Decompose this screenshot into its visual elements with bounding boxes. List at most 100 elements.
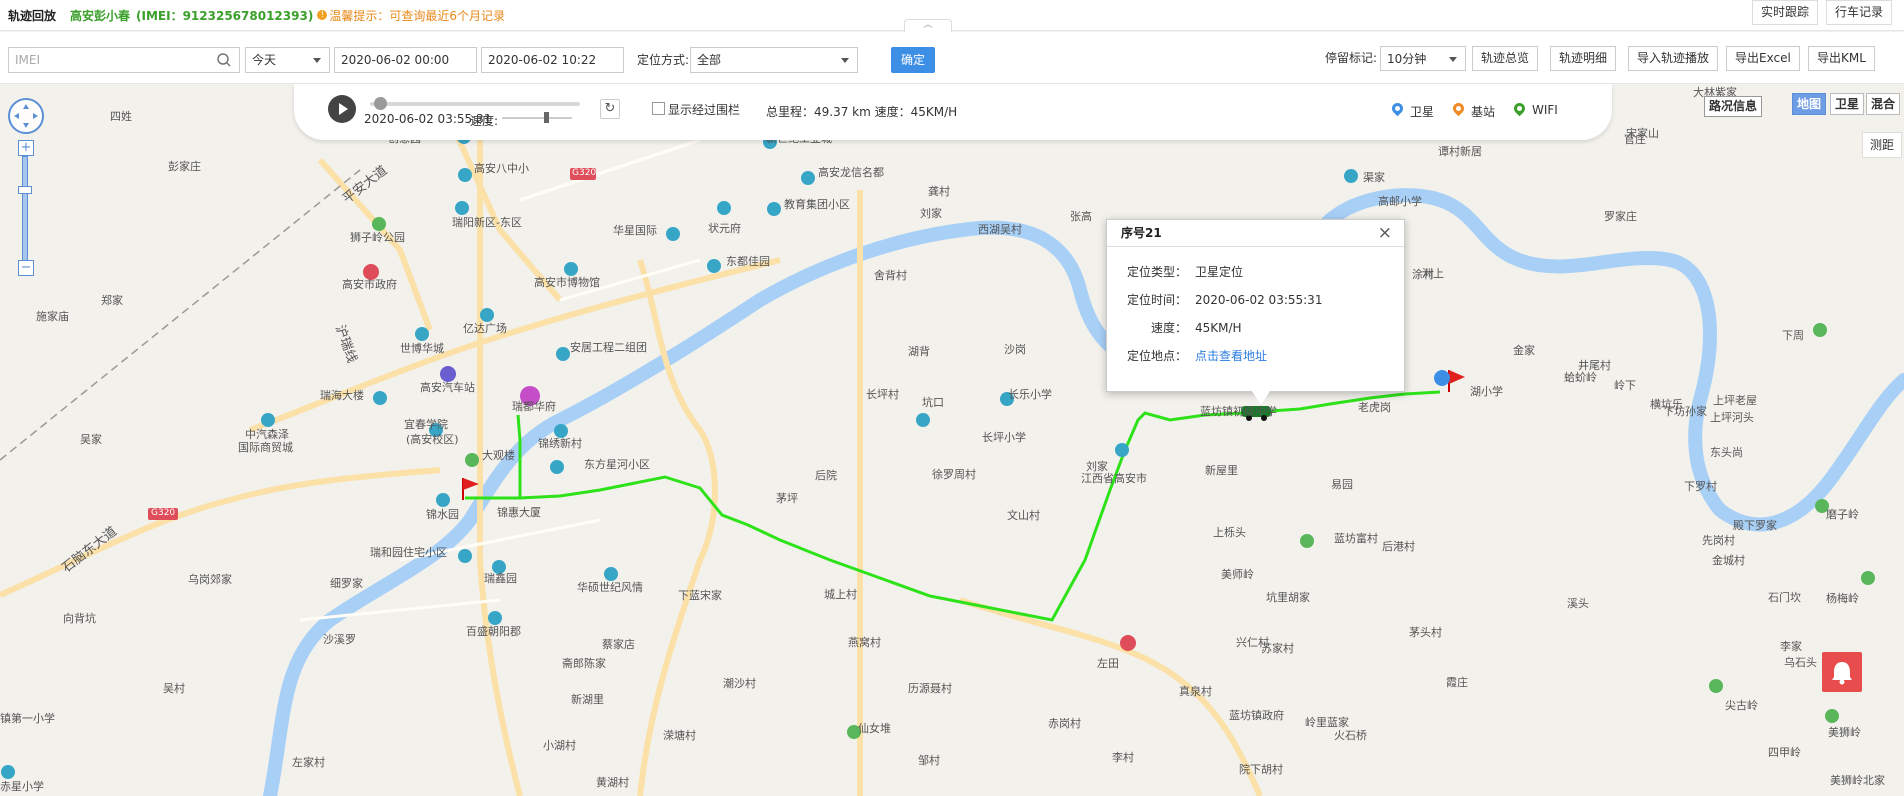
map-place-label: 蓝坊镇政府 [1229,709,1284,722]
playback-progress-handle[interactable] [374,97,387,110]
map-place-label: 长坪小学 [982,431,1026,444]
popup-row: 速度： 45KM/H [1107,319,1242,336]
map-place-label: 镇第一小学 [0,712,55,725]
map-place-label: 大观楼 [482,449,515,462]
map-place-label: 溪头 [1567,597,1589,610]
basestation-legend-icon [1450,100,1467,117]
map-place-label: 岭里蓝家 [1305,716,1349,729]
map-place-label: 长乐小学 [1008,388,1052,401]
track-detail-button[interactable]: 轨迹明细 [1550,46,1617,71]
map-place-label: 华星国际 [613,224,657,237]
collapse-toggle[interactable]: ︿ [904,19,952,32]
device-name: 高安彭小春 [70,8,131,23]
map-place-label: 美狮岭北家 [1830,774,1885,787]
close-icon[interactable]: × [1378,222,1392,244]
traffic-info-button[interactable]: 路况信息 [1704,96,1763,117]
show-fence-checkbox[interactable] [652,102,665,115]
map-place-label: 上坪河头 [1710,411,1754,424]
speed-slider-track[interactable] [502,117,572,119]
map-place-label: 新湖里 [571,693,604,706]
zoom-out-button[interactable]: − [18,260,34,276]
map-place-label: 洲上 [1422,267,1444,280]
map-place-label: 真泉村 [1179,685,1212,698]
import-playback-button[interactable]: 导入轨迹播放 [1628,46,1719,71]
map-place-label: 锦绣新村 [538,437,582,450]
tip-text: 温馨提示：可查询最近6个月记录 [329,8,505,23]
locate-mode-value: 全部 [697,53,722,67]
map-canvas[interactable]: 创意园嘉庭凤情新世纪工业城高安八中小高安龙信名都瑞阳新区-东区华星国际状元府教育… [0,84,1904,796]
map-place-label: 赤岗村 [1048,717,1081,730]
pan-arrows-icon [14,104,38,128]
map-place-label: 瑞阳新区-东区 [452,216,522,229]
stop-mark-value: 10分钟 [1387,52,1427,66]
view-address-link[interactable]: 点击查看地址 [1195,349,1267,363]
map-place-label: 下罗村 [1684,480,1717,493]
popup-row-value: 2020-06-02 03:55:31 [1195,293,1323,307]
map-place-label: 国际商贸城 [238,441,293,454]
map-place-label: 左家村 [292,756,325,769]
map-pan-control[interactable] [8,98,44,134]
map-place-label: 彭家庄 [168,160,201,173]
ranging-button[interactable]: 测距 [1862,132,1902,158]
road-shield-label: G320 [151,508,176,518]
map-type-map-button[interactable]: 地图 [1792,93,1827,115]
zoom-slider-handle[interactable] [18,186,32,194]
map-place-label: 殿下罗家 [1733,519,1777,532]
map-place-label: 金城村 [1712,554,1745,567]
map-place-label: 蓝坊镇初级中学 [1200,405,1277,418]
map-place-label: 瑞海大楼 [320,389,364,402]
map-type-hybrid-button[interactable]: 混合 [1866,93,1901,115]
alarm-button[interactable] [1822,652,1862,692]
imei-input[interactable]: IMEI [8,47,211,73]
popup-row-value: 45KM/H [1195,321,1242,335]
realtime-tracking-button[interactable]: 实时跟踪 [1752,0,1819,25]
date-range-select[interactable]: 今天 [245,47,330,73]
stop-mark-select[interactable]: 10分钟 [1380,46,1466,71]
locate-mode-label: 定位方式: [637,53,690,67]
map-place-label: 蛤蚧岭 [1564,371,1597,384]
map-place-label: 赤星小学 [0,780,44,793]
search-button[interactable] [210,47,240,73]
map-place-label: 狮子岭公园 [350,231,405,244]
info-icon: ! [317,10,328,20]
bell-icon [1832,662,1852,685]
chevron-down-icon [841,58,849,63]
start-time-input[interactable]: 2020-06-02 00:00 [334,47,477,73]
map-place-label: 高安市政府 [342,278,397,291]
speed-slider-handle[interactable] [544,112,549,123]
map-place-label: 高安八中小 [474,162,529,175]
map-place-label: 宋家山 [1626,127,1659,140]
map-place-label: 历源聂村 [908,682,952,695]
map-place-label: 尖古岭 [1725,699,1758,712]
confirm-button[interactable]: 确定 [891,47,935,73]
refresh-icon[interactable]: ↻ [600,99,620,119]
map-place-label: 百盛朝阳郡 [466,625,521,638]
legend-wifi-label: WIFI [1532,103,1558,117]
map-place-label: 燕窝村 [848,636,881,649]
popup-row-value: 卫星定位 [1195,265,1244,279]
map-place-label: 美师岭 [1221,568,1254,581]
driving-record-button[interactable]: 行车记录 [1826,0,1893,25]
popup-row: 定位时间： 2020-06-02 03:55:31 [1107,291,1322,308]
map-place-label: 东头尚 [1710,446,1743,459]
export-kml-button[interactable]: 导出KML [1808,46,1875,71]
locate-mode-select[interactable]: 全部 [690,47,858,73]
playback-progress-track[interactable] [370,102,580,106]
zoom-in-button[interactable]: + [18,140,34,156]
map-place-label: 四姓 [110,110,132,123]
track-overview-button[interactable]: 轨迹总览 [1472,46,1539,71]
map-place-label: 东都佳园 [726,255,770,268]
end-time-input[interactable]: 2020-06-02 10:22 [481,47,624,73]
map-place-label: 乌石头 [1784,656,1817,669]
play-icon[interactable] [328,95,356,123]
map-place-label: 刘家 [920,207,942,220]
map-place-label: 苏家村 [1261,642,1294,655]
road-shield-label: G320 [572,168,597,178]
zoom-slider-track[interactable] [22,156,28,266]
map-place-label: 斋郎陈家 [562,657,606,670]
map-place-label: 蔡家店 [602,638,635,651]
popup-row-label: 定位类型： [1126,265,1187,279]
map-type-satellite-button[interactable]: 卫星 [1830,93,1865,115]
export-excel-button[interactable]: 导出Excel [1726,46,1800,71]
map-place-label: 四甲岭 [1768,746,1801,759]
